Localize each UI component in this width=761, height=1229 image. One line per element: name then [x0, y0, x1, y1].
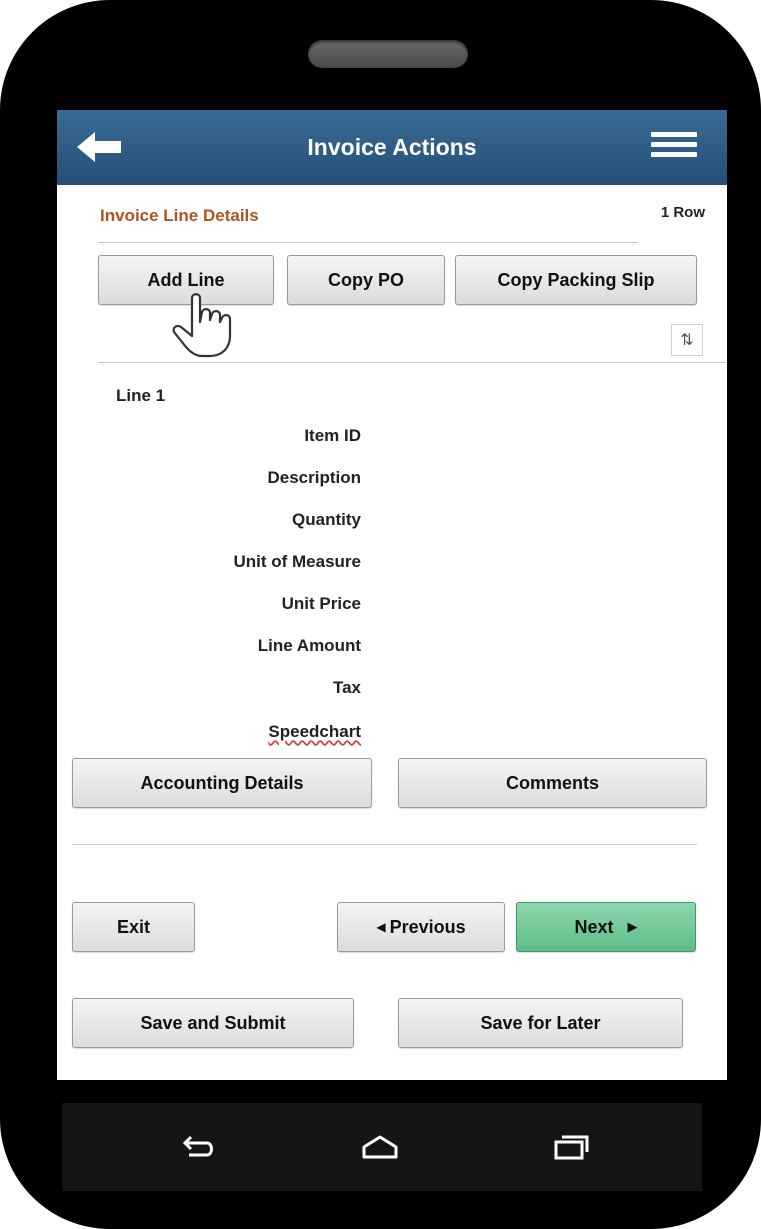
item-id-label: Item ID — [304, 426, 361, 445]
section-divider — [98, 242, 638, 243]
content-divider — [72, 844, 697, 845]
section-title: Invoice Line Details — [100, 206, 259, 225]
copy-packing-slip-button[interactable]: Copy Packing Slip — [455, 255, 697, 305]
unit-of-measure-label: Unit of Measure — [233, 552, 361, 571]
toolbar-divider — [98, 362, 727, 363]
android-recents-icon[interactable] — [550, 1131, 590, 1163]
app-screen: Invoice Actions Invoice Line Details 1 R… — [57, 110, 727, 1080]
line-label: Line 1 — [116, 386, 166, 405]
android-nav-bar — [62, 1103, 702, 1191]
row-count: 1 Row — [660, 204, 705, 221]
save-for-later-button[interactable]: Save for Later — [398, 998, 683, 1048]
speedchart-link[interactable]: Speedchart — [268, 722, 361, 742]
exit-button[interactable]: Exit — [72, 902, 195, 952]
quantity-label: Quantity — [292, 510, 361, 529]
page-title: Invoice Actions — [307, 134, 477, 160]
next-triangle-icon: ▶ — [627, 919, 638, 934]
next-button[interactable]: Next ▶ — [516, 902, 696, 952]
save-and-submit-button[interactable]: Save and Submit — [72, 998, 354, 1048]
copy-po-button[interactable]: Copy PO — [287, 255, 445, 305]
phone-frame: Invoice Actions Invoice Line Details 1 R… — [0, 0, 761, 1229]
android-home-icon[interactable] — [360, 1131, 400, 1163]
next-label: Next — [574, 916, 614, 937]
previous-triangle-icon: ◀ — [376, 920, 386, 934]
app-header: Invoice Actions — [57, 110, 727, 185]
tax-label: Tax — [332, 678, 361, 697]
comments-button[interactable]: Comments — [398, 758, 707, 808]
previous-button[interactable]: ◀ Previous — [337, 902, 505, 952]
hand-pointer-icon — [172, 293, 232, 358]
hamburger-menu-icon[interactable] — [651, 132, 697, 164]
sort-icon[interactable]: ⇅ — [671, 324, 703, 356]
android-back-icon[interactable] — [177, 1131, 217, 1163]
line-amount-label: Line Amount — [257, 636, 361, 655]
phone-speaker — [308, 40, 468, 68]
unit-price-label: Unit Price — [281, 594, 361, 613]
description-label: Description — [267, 468, 361, 487]
previous-label: Previous — [389, 916, 466, 937]
accounting-details-button[interactable]: Accounting Details — [72, 758, 372, 808]
